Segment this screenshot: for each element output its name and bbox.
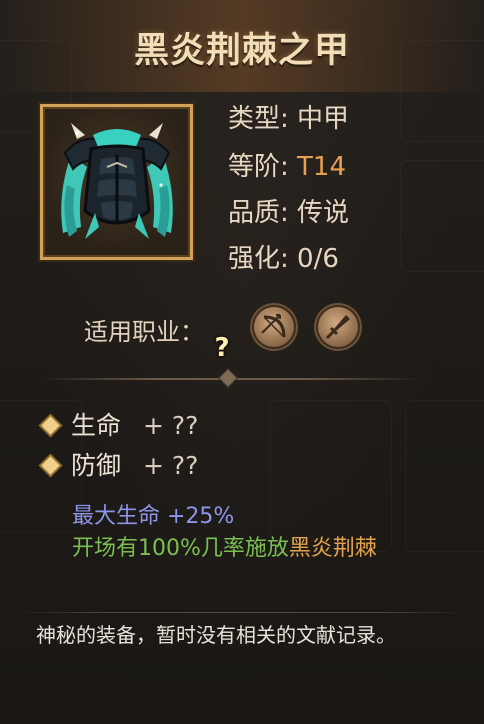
tier-value: T14	[297, 152, 346, 182]
attribute-value: + ??	[143, 451, 199, 480]
enhance-label: 强化:	[228, 244, 289, 274]
applicable-class-label: 适用职业：	[84, 318, 204, 346]
dark-armor-icon	[61, 123, 173, 239]
attribute-value: + ??	[143, 411, 199, 440]
item-description: 神秘的装备，暂时没有相关的文献记录。	[36, 623, 396, 647]
max-hp-bonus: 最大生命 +25%	[72, 504, 235, 529]
description-divider	[16, 612, 468, 613]
bg-cell	[270, 400, 392, 552]
attribute-name: 防御	[71, 451, 122, 480]
diamond-bullet-icon	[41, 416, 60, 435]
item-title: 黑炎荆棘之甲	[133, 31, 350, 71]
bg-cell	[400, 160, 484, 272]
type-value: 中甲	[297, 104, 350, 134]
quality-label: 品质:	[228, 198, 289, 228]
quality-value: 传说	[297, 198, 350, 228]
type-label: 类型:	[228, 104, 289, 134]
item-tier-row: 等阶: T14	[228, 146, 346, 183]
attribute-name: 生命	[71, 411, 122, 440]
skill-name: 黑炎荆棘	[288, 536, 377, 561]
attribute-row-defense: 防御 + ??	[38, 446, 198, 482]
item-quality-row: 品质: 传说	[228, 192, 349, 229]
bow-class-icon[interactable]	[252, 305, 296, 349]
tier-label: 等阶:	[228, 152, 289, 182]
dagger-class-icon[interactable]	[316, 305, 360, 349]
attribute-row-hp: 生命 + ??	[38, 406, 198, 442]
divider-ornament	[218, 368, 238, 388]
diamond-bullet-icon	[41, 456, 60, 475]
bg-cell	[405, 400, 484, 552]
item-icon-frame[interactable]: ?	[40, 104, 230, 361]
skill-bonus-text: 开场有100%几率施放	[72, 536, 289, 561]
skill-bonus: 开场有100%几率施放黑炎荆棘	[72, 532, 452, 566]
item-tooltip-panel: 黑炎荆棘之甲 ? 类型: 中甲 等阶: T14 品质: 传说 强化: 0/6 适…	[0, 0, 484, 724]
item-enhance-row: 强化: 0/6	[228, 238, 339, 275]
help-question-icon[interactable]: ?	[209, 335, 235, 361]
item-type-row: 类型: 中甲	[228, 98, 349, 135]
enhance-value: 0/6	[297, 244, 339, 274]
